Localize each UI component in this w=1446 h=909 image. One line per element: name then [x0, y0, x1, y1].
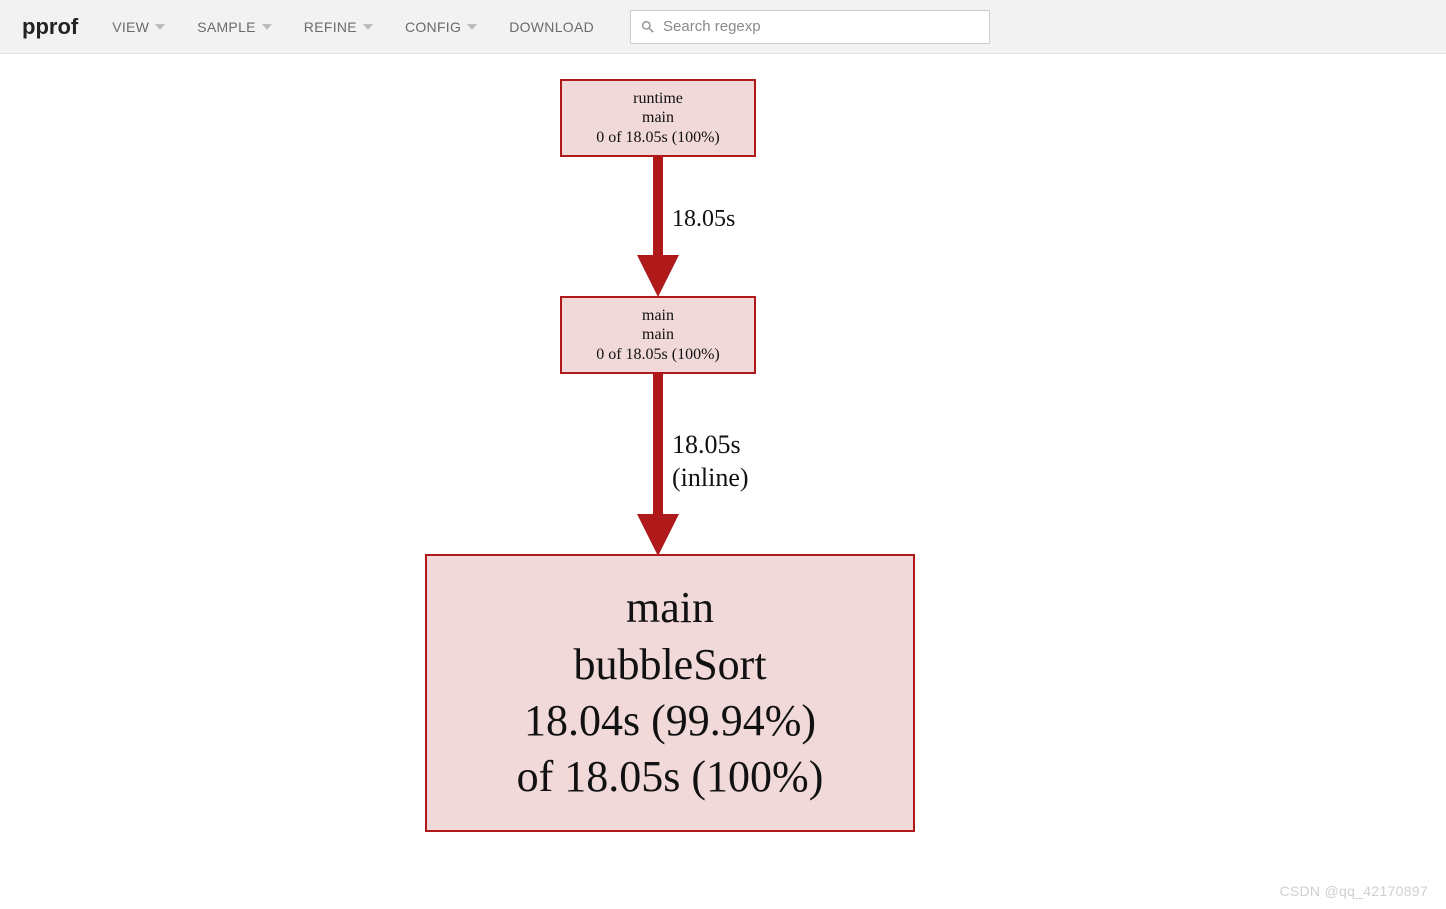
menu-config-label: CONFIG — [405, 19, 461, 35]
edge-label-text: 18.05s — [672, 429, 749, 462]
menu-download-label: DOWNLOAD — [509, 19, 594, 35]
watermark: CSDN @qq_42170897 — [1279, 883, 1428, 899]
graph-canvas[interactable]: runtime main 0 of 18.05s (100%) 18.05s m… — [0, 54, 1446, 909]
menu-view[interactable]: VIEW — [100, 13, 177, 41]
edge-label-text: (inline) — [672, 462, 749, 495]
menu-sample-label: SAMPLE — [197, 19, 256, 35]
chevron-down-icon — [467, 19, 477, 35]
topbar: pprof VIEW SAMPLE REFINE CONFIG DOWNLOAD — [0, 0, 1446, 54]
node-text: main — [642, 306, 674, 325]
chevron-down-icon — [363, 19, 373, 35]
menu-view-label: VIEW — [112, 19, 149, 35]
graph-node-main-main[interactable]: main main 0 of 18.05s (100%) — [560, 296, 756, 374]
menu-download[interactable]: DOWNLOAD — [497, 13, 606, 41]
node-text: bubbleSort — [573, 637, 766, 693]
node-text: 0 of 18.05s (100%) — [596, 128, 720, 147]
app-title: pprof — [22, 14, 78, 40]
menu-refine[interactable]: REFINE — [292, 13, 385, 41]
menu-sample[interactable]: SAMPLE — [185, 13, 284, 41]
graph-node-runtime-main[interactable]: runtime main 0 of 18.05s (100%) — [560, 79, 756, 157]
node-text: 18.04s (99.94%) — [524, 693, 816, 749]
node-text: of 18.05s (100%) — [517, 749, 824, 805]
menu-config[interactable]: CONFIG — [393, 13, 489, 41]
node-text: main — [626, 580, 714, 636]
edge-label: 18.05s (inline) — [672, 429, 749, 494]
node-text: 0 of 18.05s (100%) — [596, 345, 720, 364]
search-input[interactable] — [630, 10, 990, 44]
chevron-down-icon — [155, 19, 165, 35]
node-text: runtime — [633, 89, 683, 108]
search-wrap — [630, 10, 990, 44]
graph-node-main-bubblesort[interactable]: main bubbleSort 18.04s (99.94%) of 18.05… — [425, 554, 915, 832]
chevron-down-icon — [262, 19, 272, 35]
node-text: main — [642, 325, 674, 344]
edge-label: 18.05s — [672, 206, 735, 233]
menu-refine-label: REFINE — [304, 19, 357, 35]
node-text: main — [642, 108, 674, 127]
